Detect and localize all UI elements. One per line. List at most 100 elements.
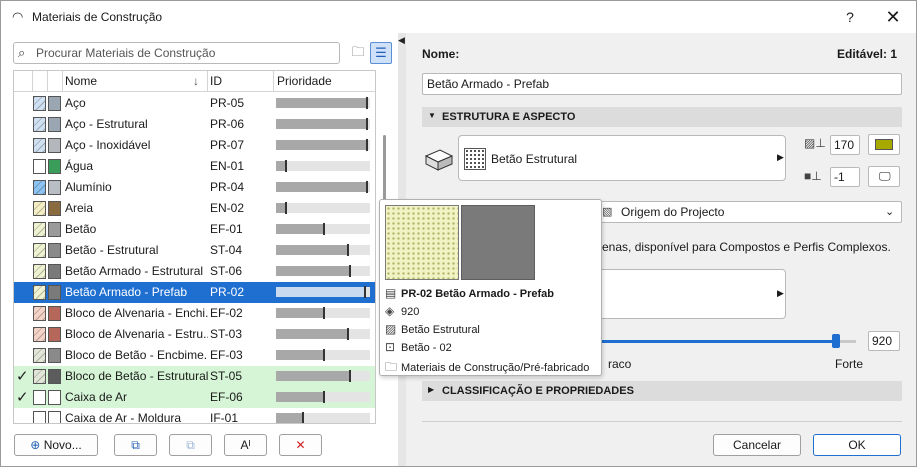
pen-color-button[interactable] xyxy=(868,134,900,155)
row-name: Betão Armado - Estrutural xyxy=(65,264,204,278)
table-row[interactable]: Areia EN-02 xyxy=(14,198,375,219)
slider-value: 920 xyxy=(872,334,893,348)
cancel-button[interactable]: Cancelar xyxy=(713,434,801,456)
duplicate-icon: ⧉ xyxy=(131,438,140,452)
close-button[interactable]: ✕ xyxy=(881,5,905,29)
priority-fill xyxy=(276,350,325,360)
section-classification-title: CLASSIFICAÇÃO E PROPRIEDADES xyxy=(442,385,634,397)
rename-button[interactable]: Aᴵ xyxy=(224,434,267,456)
search-input[interactable] xyxy=(34,45,334,61)
row-name: Bloco de Alvenaria - Estru... xyxy=(65,327,208,341)
collapse-arrow-icon[interactable]: ◀ xyxy=(398,35,405,46)
row-name: Bloco de Betão - Encbime... xyxy=(65,348,208,362)
table-row[interactable]: Água EN-01 xyxy=(14,156,375,177)
row-id: IF-01 xyxy=(210,411,239,424)
row-id: EF-02 xyxy=(210,306,243,320)
surface-swatch xyxy=(33,180,46,195)
table-row[interactable]: ✓ Bloco de Betão - Estrutural ST-05 xyxy=(14,366,375,387)
priority-marker xyxy=(366,97,368,109)
column-header-priority[interactable]: Prioridade xyxy=(277,74,332,88)
surface-swatch xyxy=(33,222,46,237)
checkmark-icon: ✓ xyxy=(16,389,29,406)
slider-thumb[interactable] xyxy=(832,334,840,348)
priority-fill xyxy=(276,287,366,297)
table-row[interactable]: Bloco de Betão - Encbime... EF-03 xyxy=(14,345,375,366)
material-tooltip: ▤ PR-02 Betão Armado - Prefab ◈ 920 ▨ Betão… xyxy=(379,199,602,376)
tooltip-priority-line: ◈ 920 xyxy=(385,304,419,321)
list-view-icon[interactable]: ☰ xyxy=(370,42,392,64)
table-row[interactable]: Bloco de Alvenaria - Enchi... EF-02 xyxy=(14,303,375,324)
surface-swatch xyxy=(33,201,46,216)
orientation-dropdown[interactable]: ▧ Origem do Projecto ⌄ xyxy=(596,201,902,223)
folder-view-icon[interactable]: 🗀 xyxy=(347,42,369,64)
row-id: ST-03 xyxy=(210,327,243,341)
slider-value-field[interactable]: 920 xyxy=(868,331,900,351)
row-name: Caixa de Ar - Moldura xyxy=(65,411,182,424)
priority-marker xyxy=(323,307,325,319)
row-name: Aço - Estrutural xyxy=(65,117,148,131)
row-id: EN-02 xyxy=(210,201,245,215)
priority-fill xyxy=(276,266,351,276)
duplicate-button[interactable]: ⧉ xyxy=(114,434,157,456)
intersection-slider[interactable] xyxy=(602,334,856,348)
section-classification-header[interactable]: ▶ CLASSIFICAÇÃO E PROPRIEDADES xyxy=(422,381,902,401)
table-row[interactable]: Betão EF-01 xyxy=(14,219,375,240)
row-name: Betão xyxy=(65,222,97,236)
surface-swatch xyxy=(33,243,46,258)
surface-selector[interactable]: ▶ xyxy=(596,269,786,319)
color-swatch xyxy=(48,348,61,363)
priority-fill xyxy=(276,119,368,129)
priority-icon: ◈ xyxy=(385,304,395,318)
surface-swatch xyxy=(33,306,46,321)
import-button[interactable]: ⧉ xyxy=(169,434,212,456)
pen-number-field-2[interactable]: -1 xyxy=(830,167,860,187)
name-field-value: Betão Armado - Prefab xyxy=(427,77,550,91)
priority-marker xyxy=(302,412,304,423)
priority-marker xyxy=(349,370,351,382)
help-button[interactable]: ? xyxy=(839,6,861,28)
section-structure-header[interactable]: ▼ ESTRUTURA E ASPECTO xyxy=(422,107,902,127)
row-id: PR-07 xyxy=(210,138,245,152)
tooltip-color-preview xyxy=(461,205,535,280)
row-name: Caixa de Ar xyxy=(65,390,128,404)
tooltip-surface-preview xyxy=(385,205,459,280)
table-row[interactable]: Bloco de Alvenaria - Estru... ST-03 xyxy=(14,324,375,345)
tooltip-pen-line: ⊡ Betão - 02 xyxy=(385,340,452,357)
delete-button[interactable]: ✕ xyxy=(279,434,322,456)
table-row[interactable]: Betão - Estrutural ST-04 xyxy=(14,240,375,261)
priority-fill xyxy=(276,98,368,108)
screen-icon-button[interactable]: 🖵 xyxy=(868,166,900,187)
cut-fill-3d-icon xyxy=(424,146,454,172)
row-name: Betão - Estrutural xyxy=(65,243,159,257)
color-swatch xyxy=(48,285,61,300)
priority-bar xyxy=(276,349,370,361)
color-swatch xyxy=(48,138,61,153)
table-row[interactable]: Caixa de Ar - Moldura IF-01 xyxy=(14,408,375,424)
pen-number-2: -1 xyxy=(834,170,845,184)
pen-number-field-1[interactable]: 170 xyxy=(830,135,860,155)
surface-swatch xyxy=(33,369,46,384)
search-box[interactable]: ⌕ xyxy=(13,42,340,64)
name-field[interactable]: Betão Armado - Prefab xyxy=(422,73,902,95)
ok-button[interactable]: OK xyxy=(813,434,901,456)
table-row[interactable]: ✓ Caixa de Ar EF-06 xyxy=(14,387,375,408)
tooltip-title: PR-02 Betão Armado - Prefab xyxy=(401,288,555,300)
table-row[interactable]: Betão Armado - Prefab PR-02 xyxy=(14,282,375,303)
column-header-id[interactable]: ID xyxy=(210,74,222,88)
cut-fill-selector[interactable]: Betão Estrutural ▶ xyxy=(458,135,786,181)
priority-fill xyxy=(276,140,368,150)
new-button[interactable]: ⊕ Novo... xyxy=(14,434,98,456)
table-row[interactable]: Aço - Estrutural PR-06 xyxy=(14,114,375,135)
delete-x-icon: ✕ xyxy=(295,438,306,452)
surface-swatch xyxy=(33,138,46,153)
dialog-window: ◠ Materiais de Construção ? ✕ ⌕ 🗀 ☰ Nome… xyxy=(0,0,917,467)
table-row[interactable]: Aço - Inoxidável PR-07 xyxy=(14,135,375,156)
app-icon: ◠ xyxy=(12,9,24,24)
column-header-name[interactable]: Nome xyxy=(65,74,97,88)
new-button-label: Novo... xyxy=(43,438,82,452)
priority-marker xyxy=(347,328,349,340)
hatch-pen-icon: ▨⊥ xyxy=(804,136,826,150)
table-row[interactable]: Alumínio PR-04 xyxy=(14,177,375,198)
table-row[interactable]: Aço PR-05 xyxy=(14,93,375,114)
table-row[interactable]: Betão Armado - Estrutural ST-06 xyxy=(14,261,375,282)
